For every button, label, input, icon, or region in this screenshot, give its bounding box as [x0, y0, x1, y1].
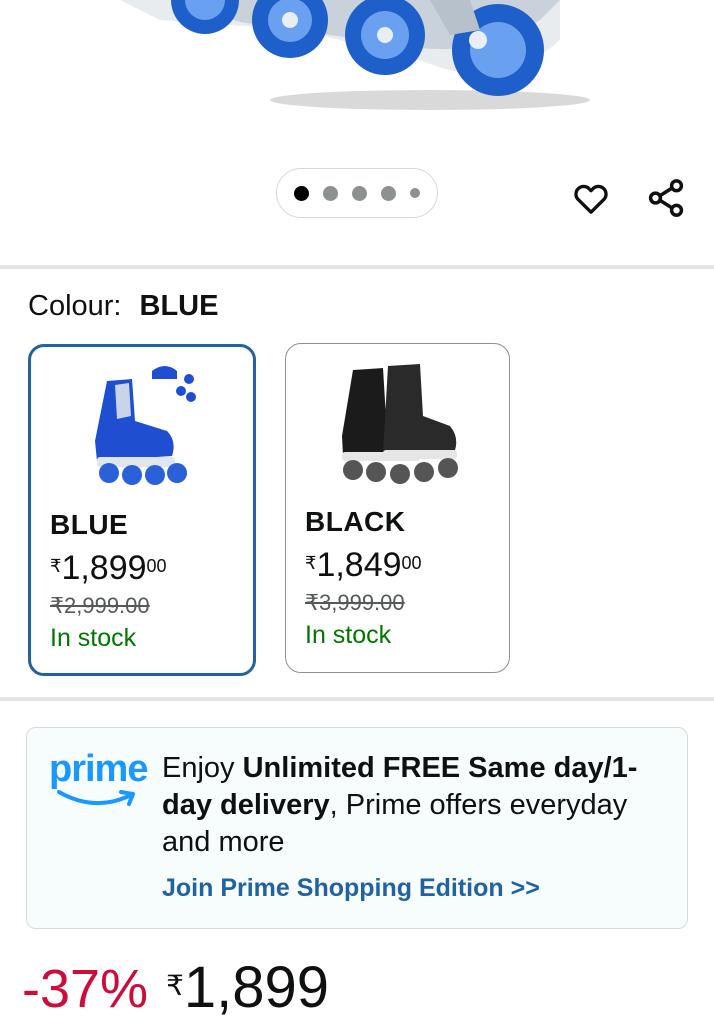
carousel-dot[interactable] — [323, 185, 338, 201]
variant-price: ₹1,89900 — [50, 551, 167, 585]
variant-mrp: ₹2,999.00 — [50, 593, 150, 618]
variant-name: BLACK — [305, 506, 406, 537]
variant-mrp: ₹3,999.00 — [305, 590, 405, 615]
colour-selected-value: BLUE — [139, 290, 219, 322]
heart-outline-icon — [574, 184, 608, 214]
variant-stock-status: In stock — [305, 621, 392, 649]
black-skate-thumbnail — [341, 364, 458, 484]
price-summary: -37% ₹1,899 — [22, 955, 330, 1020]
variant-swatch-blue[interactable]: BLUE ₹1,89900 ₹2,999.00 In stock — [28, 344, 256, 676]
price-currency: ₹ — [166, 970, 184, 1001]
colour-label: Colour: — [28, 290, 122, 322]
prime-promo-banner[interactable]: prime Enjoy Unlimited FREE Same day/1-da… — [26, 727, 688, 929]
price-fraction: 00 — [401, 553, 422, 573]
price-whole: 1,899 — [61, 549, 147, 587]
product-image[interactable] — [0, 0, 714, 160]
colour-selector-label: Colour: BLUE — [28, 290, 218, 323]
image-carousel-dots[interactable] — [276, 168, 438, 218]
wishlist-button[interactable] — [569, 176, 613, 220]
variant-price: ₹1,84900 — [305, 548, 422, 582]
prime-logo: prime — [49, 748, 148, 814]
carousel-dot[interactable] — [410, 188, 420, 198]
carousel-dot[interactable] — [381, 185, 396, 201]
price-amount: 1,899 — [183, 955, 330, 1020]
prime-logo-text: prime — [49, 748, 148, 790]
carousel-dot[interactable] — [352, 185, 367, 201]
discount-percentage: -37% — [22, 959, 149, 1019]
price-whole: 1,849 — [316, 546, 402, 584]
section-divider — [0, 265, 714, 269]
join-prime-link[interactable]: Join Prime Shopping Edition >> — [162, 874, 540, 903]
variant-stock-status: In stock — [50, 624, 137, 652]
prime-smile-icon — [57, 790, 135, 806]
carousel-dot[interactable] — [294, 185, 309, 201]
share-icon — [648, 179, 684, 217]
section-divider — [0, 697, 714, 701]
variant-name: BLUE — [50, 509, 129, 540]
currency-symbol: ₹ — [50, 556, 62, 576]
prime-description: Enjoy Unlimited FREE Same day/1-day deli… — [162, 750, 672, 861]
price-fraction: 00 — [146, 556, 167, 576]
skate-image-crop — [120, 0, 590, 110]
prime-text-prefix: Enjoy — [162, 752, 243, 784]
variant-swatch-black[interactable]: BLACK ₹1,84900 ₹3,999.00 In stock — [285, 343, 510, 673]
blue-skate-thumbnail — [95, 366, 196, 485]
share-button[interactable] — [644, 176, 688, 220]
currency-symbol: ₹ — [305, 553, 317, 573]
